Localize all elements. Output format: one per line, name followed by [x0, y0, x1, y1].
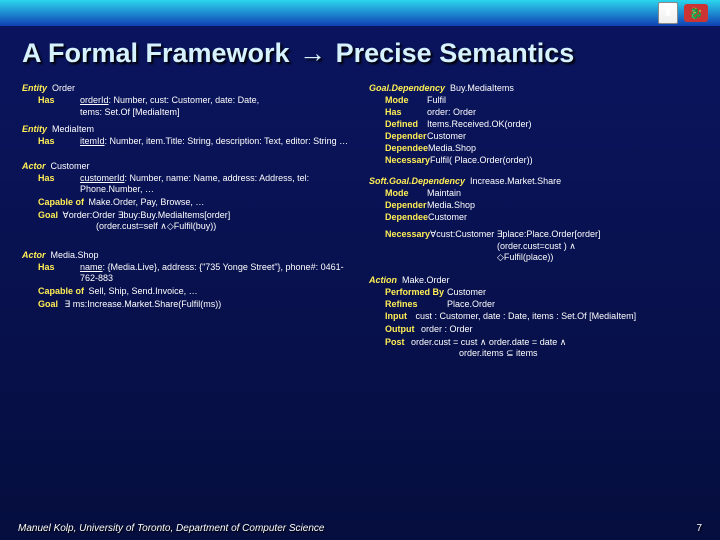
dragon-icon: 🐉	[684, 4, 708, 22]
keyword-soft-dep: Soft.Goal.Dependency	[369, 176, 465, 186]
title-before: A Formal Framework	[22, 38, 290, 68]
label-has: Has	[22, 95, 80, 106]
property-row: Performed ByCustomer	[369, 287, 698, 298]
property-value: Media.Shop	[428, 143, 698, 154]
soft-necessary-1: ∀cust:Customer ∃place:Place.Order[order]	[430, 229, 698, 240]
footer-text: Manuel Kolp, University of Toronto, Depa…	[18, 523, 324, 534]
action-makeorder: Action Make.Order Performed ByCustomerRe…	[369, 275, 698, 360]
actor-mediashop: Actor Media.Shop Has name: {Media.Live},…	[22, 250, 351, 310]
keyword-goal-dep: Goal.Dependency	[369, 83, 445, 93]
action-name: Make.Order	[402, 275, 450, 285]
order-attrs-1: orderId: Number, cust: Customer, date: D…	[80, 95, 351, 106]
property-value: Customer	[428, 212, 698, 223]
property-row: DependeeMedia.Shop	[369, 143, 698, 154]
action-post-2: order.items ⊆ items	[369, 348, 698, 359]
label-has: Has	[22, 173, 80, 184]
soft-goal-dependency: Soft.Goal.Dependency Increase.Market.Sha…	[369, 176, 698, 263]
entity-name: MediaItem	[52, 124, 94, 134]
left-column: Entity Order Has orderId: Number, cust: …	[22, 77, 351, 495]
entity-mediaitem: Entity MediaItem Has itemId: Number, ite…	[22, 124, 351, 147]
label-necessary: Necessary	[369, 229, 430, 240]
mediashop-attrs: name: {Media.Live}, address: {"735 Yonge…	[80, 262, 351, 284]
property-label: Has	[369, 107, 427, 118]
entity-order: Entity Order Has orderId: Number, cust: …	[22, 83, 351, 118]
keyword-entity: Entity	[22, 83, 47, 93]
action-post: Post order.cust = cust ∧ order.date = da…	[369, 337, 698, 348]
keyword-action: Action	[369, 275, 397, 285]
footer: Manuel Kolp, University of Toronto, Depa…	[0, 516, 720, 540]
property-row: NecessaryFulfil( Place.Order(order))	[369, 155, 698, 166]
actor-name: Media.Shop	[51, 250, 99, 260]
right-column: Goal.Dependency Buy.MediaItems ModeFulfi…	[369, 77, 698, 495]
property-label: Mode	[369, 188, 427, 199]
mediaitem-attrs: itemId: Number, item.Title: String, desc…	[80, 136, 351, 147]
property-label: Dependee	[369, 212, 428, 223]
crest-icon: ♜	[658, 2, 678, 24]
property-label: Refines	[369, 299, 447, 310]
content-area: Entity Order Has orderId: Number, cust: …	[0, 77, 720, 495]
soft-necessary-3: ◇Fulfil(place))	[369, 252, 698, 263]
keyword-entity: Entity	[22, 124, 47, 134]
property-row: Hasorder: Order	[369, 107, 698, 118]
actor-name: Customer	[51, 161, 90, 171]
property-row: DependerMedia.Shop	[369, 200, 698, 211]
property-label: Necessary	[369, 155, 430, 166]
customer-attrs: customerId: Number, name: Name, address:…	[80, 173, 351, 195]
customer-capable: Capable of Make.Order, Pay, Browse, …	[22, 197, 351, 208]
slide-title: A Formal Framework → Precise Semantics	[22, 38, 698, 69]
arrow-icon: →	[297, 38, 328, 68]
order-attrs-2: tems: Set.Of [MediaItem]	[80, 107, 351, 118]
property-value: Media.Shop	[427, 200, 698, 211]
property-label: Performed By	[369, 287, 447, 298]
label-has: Has	[22, 136, 80, 147]
soft-necessary-2: (order.cust=cust ) ∧	[369, 241, 698, 252]
property-value: Fulfil	[427, 95, 698, 106]
action-output: Output order : Order	[369, 324, 698, 335]
property-value: Maintain	[427, 188, 698, 199]
action-input: Input cust : Customer, date : Date, item…	[369, 311, 698, 322]
property-label: Dependee	[369, 143, 428, 154]
soft-name: Increase.Market.Share	[470, 176, 561, 186]
title-after: Precise Semantics	[336, 38, 575, 68]
property-label: Mode	[369, 95, 427, 106]
property-row: RefinesPlace.Order	[369, 299, 698, 310]
goal-dependency: Goal.Dependency Buy.MediaItems ModeFulfi…	[369, 83, 698, 166]
property-value: Customer	[427, 131, 698, 142]
property-value: Fulfil( Place.Order(order))	[430, 155, 698, 166]
actor-customer: Actor Customer Has customerId: Number, n…	[22, 161, 351, 232]
top-banner: ♜ 🐉	[0, 0, 720, 26]
property-value: Place.Order	[447, 299, 698, 310]
property-value: Items.Received.OK(order)	[427, 119, 698, 130]
keyword-actor: Actor	[22, 250, 46, 260]
keyword-actor: Actor	[22, 161, 46, 171]
entity-name: Order	[52, 83, 75, 93]
mediashop-goal: Goal ∃ ms:Increase.Market.Share(Fulfil(m…	[22, 299, 351, 310]
property-row: ModeFulfil	[369, 95, 698, 106]
customer-goal-2: (order.cust=self ∧◇Fulfil(buy))	[22, 221, 351, 232]
property-label: Defined	[369, 119, 427, 130]
page-number: 7	[696, 523, 702, 534]
mediashop-capable: Capable of Sell, Ship, Send.Invoice, …	[22, 286, 351, 297]
customer-goal: Goal ∀order:Order ∃buy:Buy.MediaItems[or…	[22, 210, 351, 221]
property-row: DependeeCustomer	[369, 212, 698, 223]
property-row: DefinedItems.Received.OK(order)	[369, 119, 698, 130]
property-value: Customer	[447, 287, 698, 298]
label-has: Has	[22, 262, 80, 273]
property-value: order: Order	[427, 107, 698, 118]
property-row: ModeMaintain	[369, 188, 698, 199]
property-label: Depender	[369, 200, 427, 211]
property-row: DependerCustomer	[369, 131, 698, 142]
property-label: Depender	[369, 131, 427, 142]
dep-name: Buy.MediaItems	[450, 83, 514, 93]
